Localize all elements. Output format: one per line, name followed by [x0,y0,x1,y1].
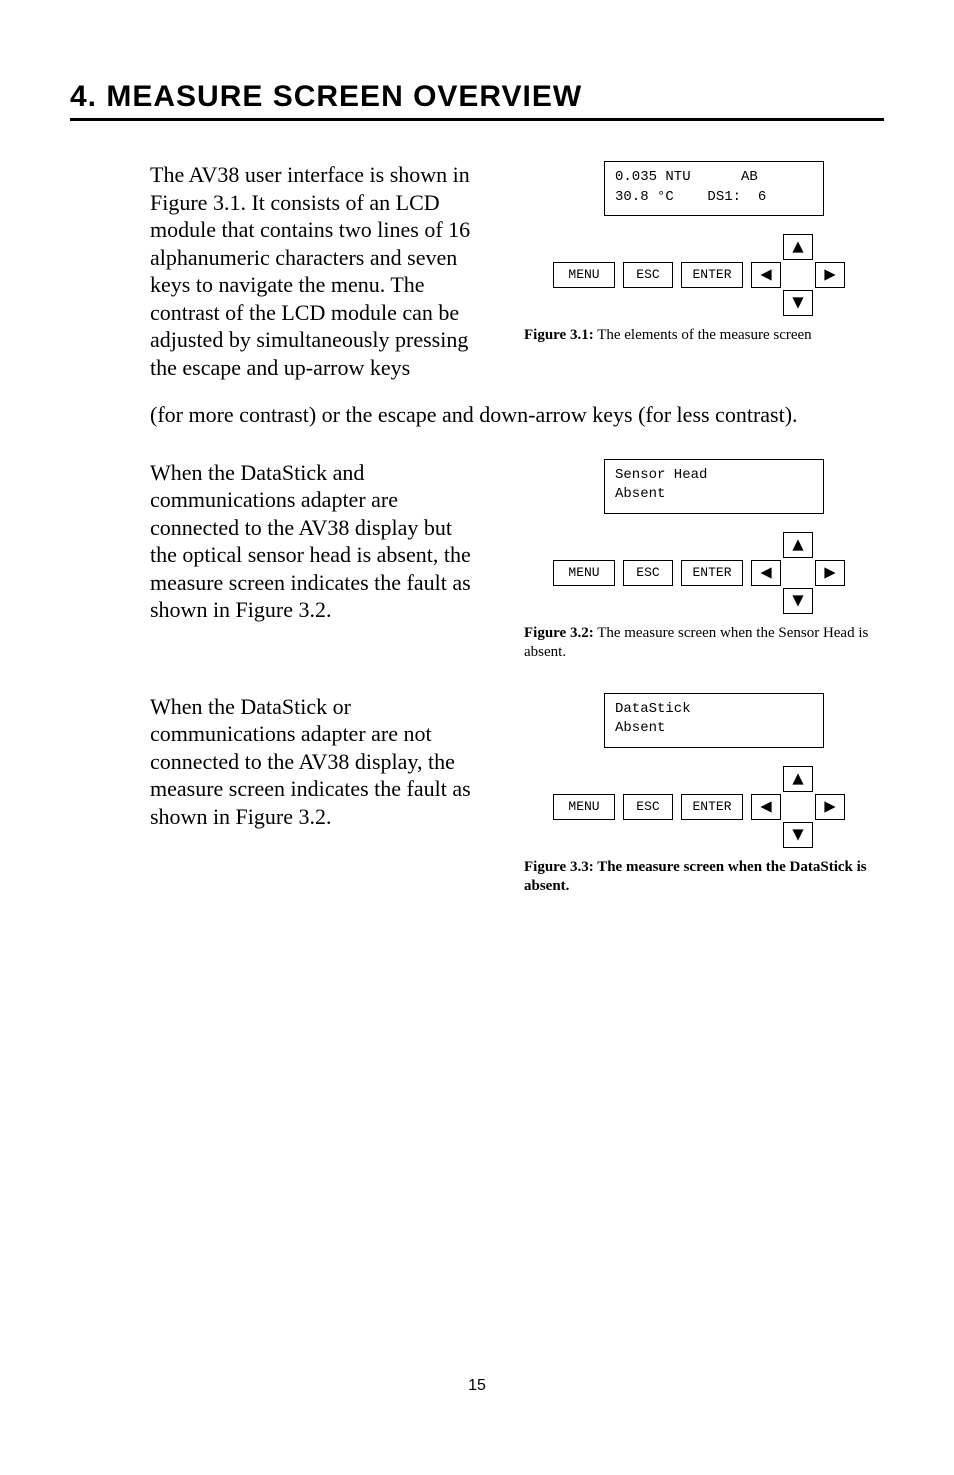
left-arrow-icon [751,560,781,586]
down-arrow-icon [783,290,813,316]
figure-1-caption: Figure 3.1: The elements of the measure … [514,326,884,346]
paragraph-3: When the DataStick or communications ada… [150,693,484,831]
lcd3-line1: DataStick [615,701,691,717]
fig1-caption-bold: Figure 3.1: [524,327,594,343]
keys-row-2: MENU ESC ENTER [553,532,845,614]
right-arrow-icon [815,560,845,586]
dpad-1 [751,234,845,316]
esc-key: ESC [623,794,673,820]
page-number: 15 [70,1377,884,1395]
lcd-screen-2: Sensor Head Absent [604,459,824,514]
lcd2-line2: Absent [615,486,665,502]
left-arrow-icon [751,794,781,820]
menu-key: MENU [553,560,615,586]
row-3: When the DataStick or communications ada… [150,693,884,897]
fig3-caption-bold: Figure 3.3: The measure screen when the … [524,859,867,895]
lcd-screen-1: 0.035 NTU AB 30.8 °C DS1: 6 [604,161,824,216]
esc-key: ESC [623,560,673,586]
section-heading: 4. MEASURE SCREEN OVERVIEW [70,80,884,121]
enter-key: ENTER [681,560,743,586]
figure-3: DataStick Absent MENU ESC ENTER Figure 3… [514,693,884,897]
enter-key: ENTER [681,794,743,820]
paragraph-1-continuation: (for more contrast) or the escape and do… [150,401,884,429]
lcd2-line1: Sensor Head [615,467,707,483]
dpad-2 [751,532,845,614]
down-arrow-icon [783,822,813,848]
up-arrow-icon [783,532,813,558]
esc-key: ESC [623,262,673,288]
dpad-3 [751,766,845,848]
left-arrow-icon [751,262,781,288]
figure-2: Sensor Head Absent MENU ESC ENTER Figure… [514,459,884,663]
device-diagram-3: DataStick Absent MENU ESC ENTER [514,693,884,848]
enter-key: ENTER [681,262,743,288]
right-arrow-icon [815,794,845,820]
paragraph-2: When the DataStick and communications ad… [150,459,484,624]
right-arrow-icon [815,262,845,288]
content-area: The AV38 user interface is shown in Figu… [70,161,884,897]
device-diagram-2: Sensor Head Absent MENU ESC ENTER [514,459,884,614]
lcd1-line2: 30.8 °C DS1: 6 [615,189,766,205]
row-2: When the DataStick and communications ad… [150,459,884,663]
figure-3-caption: Figure 3.3: The measure screen when the … [514,858,884,897]
down-arrow-icon [783,588,813,614]
figure-1: 0.035 NTU AB 30.8 °C DS1: 6 MENU ESC ENT… [514,161,884,346]
device-diagram-1: 0.035 NTU AB 30.8 °C DS1: 6 MENU ESC ENT… [514,161,884,316]
keys-row-1: MENU ESC ENTER [553,234,845,316]
up-arrow-icon [783,766,813,792]
figure-2-caption: Figure 3.2: The measure screen when the … [514,624,884,663]
lcd-screen-3: DataStick Absent [604,693,824,748]
up-arrow-icon [783,234,813,260]
row-1: The AV38 user interface is shown in Figu… [150,161,884,381]
keys-row-3: MENU ESC ENTER [553,766,845,848]
lcd3-line2: Absent [615,720,665,736]
menu-key: MENU [553,794,615,820]
fig1-caption-text: The elements of the measure screen [594,327,812,343]
paragraph-1: The AV38 user interface is shown in Figu… [150,161,484,381]
fig2-caption-bold: Figure 3.2: [524,625,594,641]
lcd1-line1: 0.035 NTU AB [615,169,758,185]
menu-key: MENU [553,262,615,288]
